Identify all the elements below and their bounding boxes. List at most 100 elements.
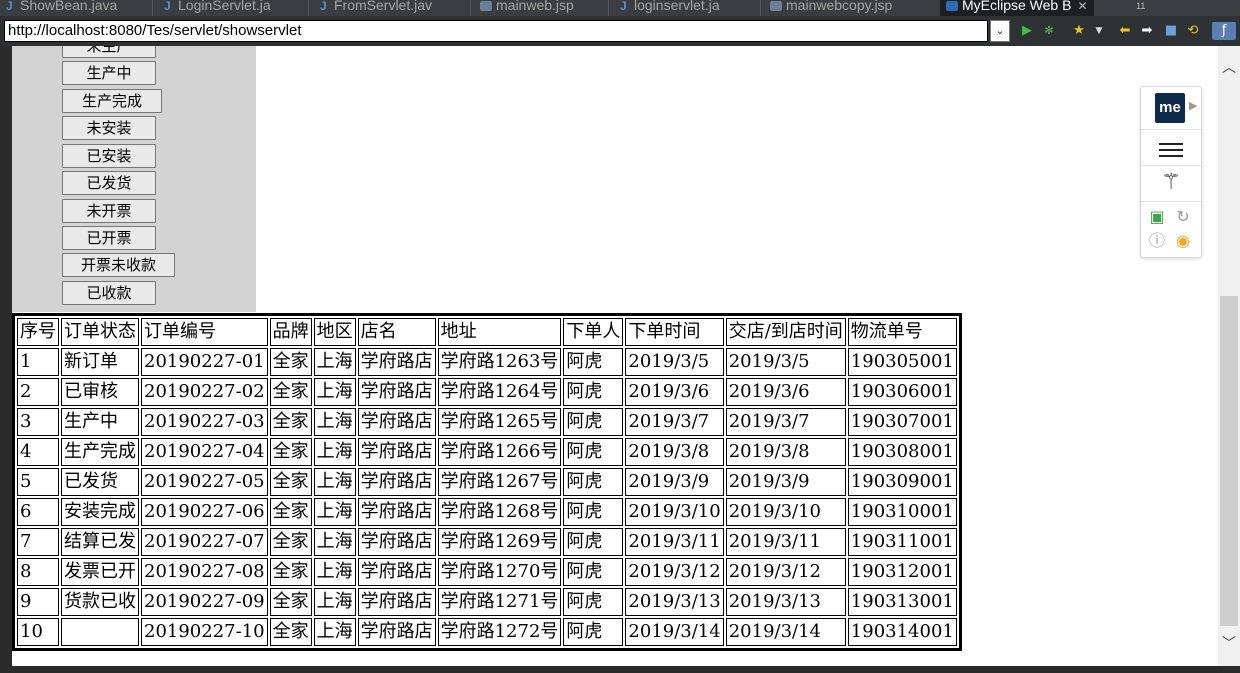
table-cell: 2019/3/13 — [725, 588, 846, 616]
me-logo-icon[interactable]: me — [1155, 93, 1185, 123]
tab-showbean[interactable]: J ShowBean.java — [6, 0, 117, 16]
eye-icon[interactable]: ◉ — [1173, 231, 1193, 251]
table-cell: 阿虎 — [563, 348, 624, 376]
column-header: 店名 — [357, 318, 436, 346]
java-file-icon: J — [320, 0, 327, 13]
status-button-not-invoiced[interactable]: 未开票 — [62, 199, 156, 223]
table-cell: 上海 — [313, 438, 356, 466]
tab-mainwebcopy[interactable]: mainwebcopy.jsp — [770, 0, 892, 16]
url-input[interactable]: http://localhost:8080/Tes/servlet/showse… — [4, 20, 988, 42]
table-cell: 7 — [17, 528, 59, 556]
status-button-invoiced-unpaid[interactable]: 开票未收款 — [62, 253, 175, 277]
table-cell: 20190227-06 — [141, 498, 268, 526]
menu-icon[interactable] — [1159, 139, 1183, 157]
bookmark-star-icon[interactable]: ★ — [1070, 22, 1088, 40]
table-cell: 学府路1267号 — [437, 468, 562, 496]
table-cell: 上海 — [313, 588, 356, 616]
table-cell: 生产中 — [61, 408, 139, 436]
status-button-shipped[interactable]: 已发货 — [62, 171, 156, 195]
table-header-row: 序号 订单状态 订单编号 品牌 地区 店名 地址 下单人 下单时间 交店/到店时… — [17, 318, 957, 346]
forward-arrow-icon[interactable]: ➡ — [1138, 22, 1156, 40]
table-cell: 上海 — [313, 348, 356, 376]
tab-label: mainweb.jsp — [496, 0, 574, 13]
table-cell: 学府路店 — [357, 348, 436, 376]
divider — [1141, 129, 1201, 130]
table-cell: 学府路店 — [357, 618, 436, 646]
table-cell: 2019/3/7 — [625, 408, 724, 436]
debug-icon[interactable]: ✻ — [1040, 22, 1058, 40]
table-cell: 上海 — [313, 618, 356, 646]
vertical-scrollbar[interactable]: ︿ ﹀ — [1218, 46, 1240, 666]
table-row: 7 结算已发 20190227-07 全家 上海 学府路店 学府路1269号 阿虎 2019/3… — [17, 528, 957, 556]
java-file-icon: J — [620, 0, 627, 13]
magic-wand-icon[interactable]: ⚚ — [1157, 169, 1185, 197]
table-cell: 1 — [17, 348, 59, 376]
table-cell: 2019/3/12 — [625, 558, 724, 586]
cast-icon[interactable]: ▣ — [1147, 207, 1167, 227]
table-cell: 3 — [17, 408, 59, 436]
refresh-icon[interactable]: ⟲ — [1184, 22, 1202, 40]
table-cell: 全家 — [269, 438, 312, 466]
table-cell: 190312001 — [847, 558, 957, 586]
tab-overflow-count[interactable]: 11 — [1136, 1, 1145, 11]
status-button-invoiced[interactable]: 已开票 — [62, 226, 156, 250]
table-cell: 全家 — [269, 408, 312, 436]
table-cell: 2019/3/13 — [625, 588, 724, 616]
tab-mainweb[interactable]: mainweb.jsp — [480, 0, 574, 16]
status-button-paid[interactable]: 已收款 — [62, 281, 156, 305]
status-button-installed[interactable]: 已安装 — [62, 144, 156, 168]
table-cell: 20190227-07 — [141, 528, 268, 556]
table-cell: 2019/3/8 — [725, 438, 846, 466]
go-icon[interactable]: ▶ — [1018, 22, 1036, 40]
tab-fromservlet[interactable]: J FromServlet.jav — [320, 0, 432, 16]
status-button-not-installed[interactable]: 未安装 — [62, 116, 156, 140]
table-cell: 已审核 — [61, 378, 139, 406]
tab-loginservlet-lower[interactable]: Jloginservlet.ja — [620, 0, 720, 16]
table-cell: 学府路1263号 — [437, 348, 562, 376]
table-row: 6 安装完成 20190227-06 全家 上海 学府路店 学府路1268号 阿虎 2019/3… — [17, 498, 957, 526]
tab-myeclipse-web-browser[interactable]: MyEclipse Web B ✕ — [940, 0, 1094, 16]
url-history-dropdown[interactable]: ⌄ — [990, 20, 1010, 42]
tab-label: loginservlet.ja — [634, 0, 720, 13]
table-cell: 货款已收 — [61, 588, 139, 616]
expand-arrow-icon[interactable]: ▶ — [1189, 99, 1197, 112]
table-cell: 阿虎 — [563, 498, 624, 526]
table-cell: 190306001 — [847, 378, 957, 406]
table-cell: 2019/3/9 — [625, 468, 724, 496]
table-cell: 全家 — [269, 618, 312, 646]
status-button-in-production[interactable]: 生产中 — [62, 61, 156, 85]
tab-label: ShowBean.java — [20, 0, 118, 13]
table-row: 9 货款已收 20190227-09 全家 上海 学府路店 学府路1271号 阿虎 2019/3… — [17, 588, 957, 616]
stop-icon[interactable]: ■ — [1162, 22, 1180, 40]
table-cell: 全家 — [269, 498, 312, 526]
table-cell: 阿虎 — [563, 618, 624, 646]
chevron-down-icon[interactable]: ▼ — [1090, 22, 1108, 40]
table-cell: 2019/3/9 — [725, 468, 846, 496]
myeclipse-perspective-icon[interactable]: ƒ — [1212, 22, 1236, 40]
table-cell: 2019/3/5 — [725, 348, 846, 376]
warning-icon[interactable]: ⓘ — [1147, 231, 1167, 251]
table-cell: 学府路1268号 — [437, 498, 562, 526]
scrollbar-thumb[interactable] — [1220, 296, 1238, 626]
tab-loginservlet[interactable]: J LoginServlet.ja — [164, 0, 271, 16]
table-cell: 2019/3/10 — [725, 498, 846, 526]
table-cell: 190313001 — [847, 588, 957, 616]
table-cell: 20190227-01 — [141, 348, 268, 376]
status-button-production-done[interactable]: 生产完成 — [62, 89, 162, 113]
scroll-down-icon[interactable]: ﹀ — [1218, 632, 1240, 656]
reload-icon[interactable]: ↻ — [1173, 207, 1193, 227]
tab-separator — [470, 0, 471, 16]
back-arrow-icon[interactable]: ⬅ — [1116, 22, 1134, 40]
table-cell: 5 — [17, 468, 59, 496]
table-cell: 学府路店 — [357, 408, 436, 436]
column-header: 地址 — [437, 318, 562, 346]
table-cell: 安装完成 — [61, 498, 139, 526]
close-icon[interactable]: ✕ — [1077, 0, 1087, 13]
column-header: 下单人 — [563, 318, 624, 346]
browser-toolbar: http://localhost:8080/Tes/servlet/showse… — [0, 16, 1240, 46]
table-cell: 8 — [17, 558, 59, 586]
scroll-up-icon[interactable]: ︿ — [1218, 56, 1240, 80]
status-button-not-produced[interactable]: 未生产 — [62, 46, 156, 58]
table-cell: 20190227-02 — [141, 378, 268, 406]
table-cell: 学府路1272号 — [437, 618, 562, 646]
